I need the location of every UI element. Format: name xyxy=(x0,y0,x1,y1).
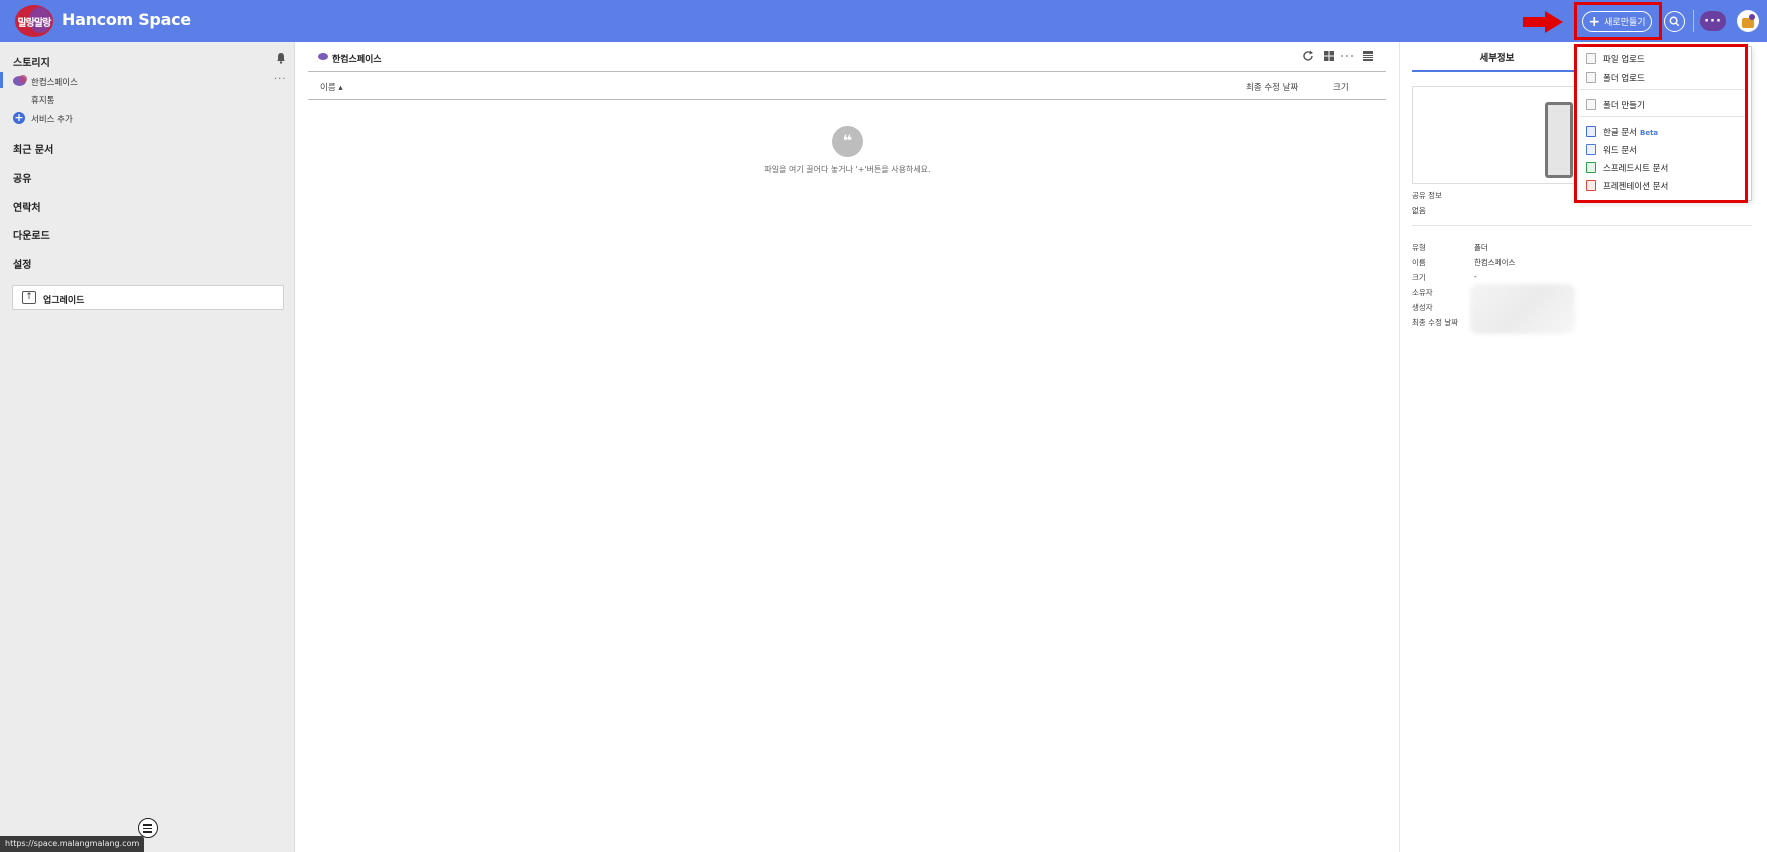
presentation-doc-icon xyxy=(1586,180,1596,191)
bell-icon[interactable] xyxy=(275,52,287,64)
detail-label-name: 이름 xyxy=(1412,258,1426,267)
search-button[interactable] xyxy=(1664,11,1685,32)
sidebar-item-trash[interactable]: 휴지통 xyxy=(31,94,54,106)
folder-preview-icon xyxy=(1545,102,1573,178)
app-title[interactable]: Hancom Space xyxy=(62,10,191,29)
column-header-name[interactable]: 이름 ▴ xyxy=(320,81,343,93)
empty-state-text: 파일을 여기 끌어다 놓거나 '+'버튼을 사용하세요. xyxy=(764,165,931,174)
detail-label-creator: 생성자 xyxy=(1412,303,1433,312)
blurred-user-info xyxy=(1470,284,1575,334)
detail-value-type: 폴더 xyxy=(1474,243,1488,252)
column-header-modified[interactable]: 최종 수정 날짜 xyxy=(1246,81,1298,93)
share-info-value: 없음 xyxy=(1412,206,1426,215)
empty-quote-icon: ❝ xyxy=(832,126,863,157)
menu-label-folder-create: 폴더 만들기 xyxy=(1603,101,1645,111)
menu-label-presentation-doc: 프레젠테이션 문서 xyxy=(1603,182,1669,192)
header-divider xyxy=(1693,10,1694,32)
beta-badge: Beta xyxy=(1639,129,1659,137)
malangmalang-logo[interactable]: 말랑말랑 xyxy=(15,5,53,37)
detail-value-size: - xyxy=(1474,272,1477,281)
folder-upload-icon xyxy=(1586,72,1596,83)
column-header-size[interactable]: 크기 xyxy=(1333,81,1349,93)
column-header-divider xyxy=(308,99,1386,100)
more-options-icon[interactable] xyxy=(1340,50,1354,62)
sidebar-item-add-service[interactable]: 서비스 추가 xyxy=(31,113,73,125)
tab-details-underline xyxy=(1412,70,1582,72)
folder-create-icon xyxy=(1586,99,1596,110)
detail-value-name: 한컴스페이스 xyxy=(1474,258,1516,267)
new-create-button[interactable]: + 새로만들기 xyxy=(1582,11,1652,32)
menu-separator xyxy=(1580,89,1748,90)
sidebar-storage-title[interactable]: 스토리지 xyxy=(13,54,50,69)
menu-label-hwp-doc: 한글 문서 Beta xyxy=(1603,126,1658,138)
hancom-space-title-icon xyxy=(318,53,328,60)
detail-label-modified: 최종 수정 날짜 xyxy=(1412,318,1459,327)
sidebar-downloads[interactable]: 다운로드 xyxy=(13,227,50,242)
sidebar-share[interactable]: 공유 xyxy=(13,170,31,185)
detail-label-size: 크기 xyxy=(1412,273,1426,282)
plus-icon: + xyxy=(1588,13,1601,30)
refresh-icon[interactable] xyxy=(1302,50,1314,62)
main-header-divider xyxy=(308,71,1386,72)
sidebar-item-hancom-space[interactable]: 한컴스페이스 xyxy=(31,76,78,88)
add-service-icon: + xyxy=(13,111,25,124)
search-icon xyxy=(1669,16,1680,27)
menu-label-word-doc: 워드 문서 xyxy=(1603,146,1637,156)
upgrade-button[interactable]: ↑ 업그레이드 xyxy=(12,285,284,310)
user-avatar[interactable] xyxy=(1737,10,1759,32)
sidebar: 스토리지 한컴스페이스 ··· 휴지통 + 서비스 추가 최근 문서 공유 연락… xyxy=(0,42,295,852)
tab-details[interactable]: 세부정보 xyxy=(1412,50,1582,72)
spreadsheet-doc-icon xyxy=(1586,162,1596,173)
space-more-icon[interactable]: ··· xyxy=(274,74,287,85)
url-status-bar: https://space.malangmalang.com xyxy=(0,836,145,852)
sidebar-settings[interactable]: 설정 xyxy=(13,256,31,271)
menu-label-spreadsheet-doc: 스프레드시트 문서 xyxy=(1603,164,1669,174)
hancom-space-icon-overlay xyxy=(19,75,27,83)
details-divider xyxy=(1412,225,1752,226)
upgrade-label: 업그레이드 xyxy=(43,296,85,306)
menu-list-icon[interactable] xyxy=(138,818,158,838)
sidebar-active-indicator xyxy=(0,72,3,88)
page-title: 한컴스페이스 xyxy=(332,55,382,65)
menu-separator xyxy=(1580,116,1748,117)
apps-more-button[interactable]: ··· xyxy=(1700,11,1726,31)
new-create-label: 새로만들기 xyxy=(1604,18,1646,28)
hwp-doc-icon xyxy=(1586,126,1596,137)
sidebar-contacts[interactable]: 연락처 xyxy=(13,199,41,214)
menu-label-folder-upload: 폴더 업로드 xyxy=(1603,74,1645,84)
hwp-doc-label: 한글 문서 xyxy=(1603,128,1637,138)
panel-layout-icon[interactable] xyxy=(1362,50,1374,62)
detail-label-type: 유형 xyxy=(1412,243,1426,252)
red-arrow-annotation-icon xyxy=(1523,11,1563,33)
menu-label-file-upload: 파일 업로드 xyxy=(1603,55,1645,65)
upload-arrow-icon: ↑ xyxy=(22,291,36,304)
grid-view-icon[interactable] xyxy=(1323,50,1335,62)
detail-label-owner: 소유자 xyxy=(1412,288,1433,297)
word-doc-icon xyxy=(1586,144,1596,155)
avatar-dot xyxy=(1749,14,1755,20)
share-info-label: 공유 정보 xyxy=(1412,191,1442,200)
logo-text: 말랑말랑 xyxy=(17,18,52,29)
file-upload-icon xyxy=(1586,53,1596,64)
top-header: 말랑말랑 Hancom Space xyxy=(0,0,1767,42)
sidebar-recent-docs[interactable]: 최근 문서 xyxy=(13,141,53,156)
